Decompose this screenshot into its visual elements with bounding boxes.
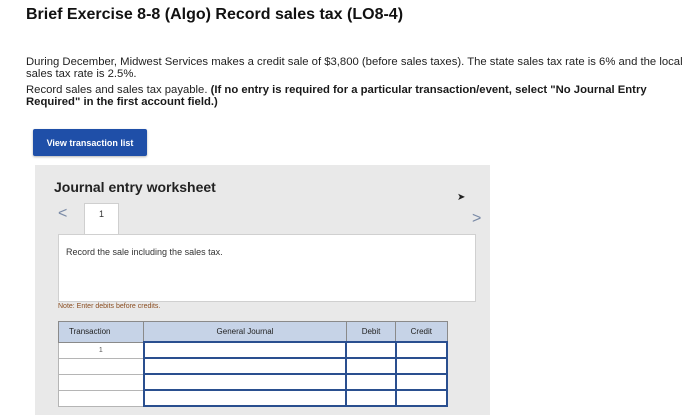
debit-input[interactable] bbox=[345, 373, 397, 391]
account-input[interactable] bbox=[142, 357, 348, 375]
account-input[interactable] bbox=[142, 341, 348, 359]
debit-input[interactable] bbox=[345, 341, 397, 359]
transaction-description: Record the sale including the sales tax. bbox=[66, 247, 223, 257]
journal-entry-table: Transaction General Journal Debit Credit… bbox=[57, 321, 449, 407]
worksheet-title: Journal entry worksheet bbox=[54, 179, 216, 195]
mouse-cursor-icon: ➤ bbox=[457, 192, 466, 203]
table-row: 1 bbox=[57, 341, 449, 359]
transaction-cell bbox=[57, 373, 145, 391]
table-row bbox=[57, 373, 449, 391]
entry-note: Note: Enter debits before credits. bbox=[58, 303, 161, 310]
chevron-left-icon[interactable]: < bbox=[58, 205, 67, 223]
transaction-description-box bbox=[58, 234, 476, 302]
account-input[interactable] bbox=[142, 373, 348, 391]
view-transaction-list-button[interactable]: View transaction list bbox=[33, 129, 147, 156]
transaction-cell bbox=[57, 357, 145, 375]
credit-input[interactable] bbox=[394, 341, 449, 359]
page-title: Brief Exercise 8-8 (Algo) Record sales t… bbox=[26, 6, 404, 23]
instructions-plain: Record sales and sales tax payable. bbox=[26, 84, 208, 96]
chevron-right-icon[interactable]: > bbox=[472, 210, 481, 228]
transaction-cell: 1 bbox=[57, 341, 145, 359]
transaction-tab-1[interactable]: 1 bbox=[84, 203, 119, 236]
header-general-journal: General Journal bbox=[143, 321, 347, 343]
credit-input[interactable] bbox=[394, 357, 449, 375]
header-debit: Debit bbox=[345, 321, 397, 343]
table-row bbox=[57, 357, 449, 375]
problem-description: During December, Midwest Services makes … bbox=[26, 56, 683, 80]
header-credit: Credit bbox=[395, 321, 448, 343]
header-transaction: Transaction bbox=[57, 321, 145, 343]
problem-instructions: Record sales and sales tax payable. (If … bbox=[26, 84, 686, 108]
debit-input[interactable] bbox=[345, 357, 397, 375]
credit-input[interactable] bbox=[394, 373, 449, 391]
